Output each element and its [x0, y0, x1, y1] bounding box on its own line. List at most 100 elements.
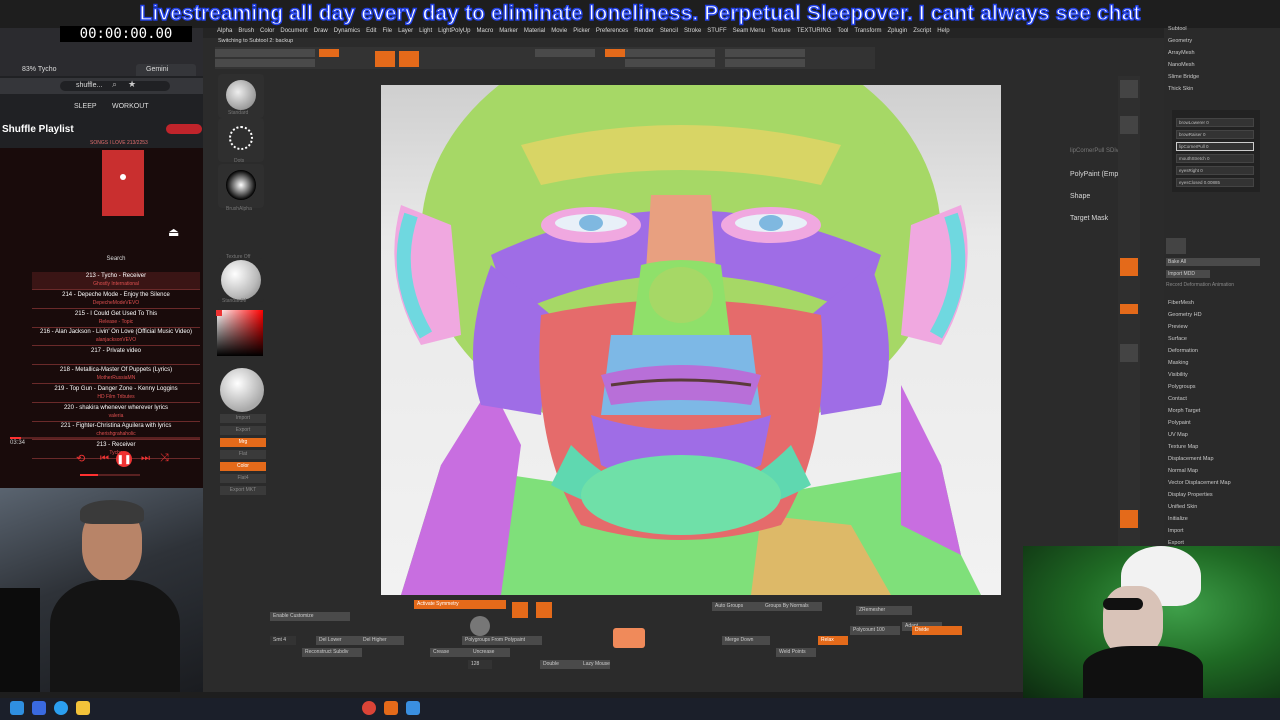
bottom-button-18[interactable]: Divide	[912, 626, 962, 635]
bake-all-button[interactable]: Bake All	[1166, 258, 1260, 266]
bottom-button-1[interactable]: Enable Customize	[270, 612, 350, 621]
browser-tab-gemini[interactable]: Gemini	[146, 66, 168, 73]
explorer-icon[interactable]	[76, 701, 90, 715]
subpalette-list-9[interactable]: Morph Target	[1168, 408, 1200, 414]
head-model[interactable]	[381, 25, 1001, 595]
subpalette-3[interactable]: NanoMesh	[1168, 62, 1195, 68]
material-sphere[interactable]	[218, 258, 264, 302]
bottom-button-10[interactable]: Polygroups From Polypaint	[462, 636, 542, 645]
subpalette-list-8[interactable]: Contact	[1168, 396, 1187, 402]
bottom-button-15[interactable]: Relax	[818, 636, 848, 645]
menu-item-document[interactable]: Document	[280, 28, 307, 34]
menu-item-help[interactable]: Help	[937, 28, 949, 34]
menu-item-lightpolyup[interactable]: LightPolyUp	[438, 28, 470, 34]
playlist-badge[interactable]	[166, 124, 202, 134]
list-item[interactable]: 215 - I Could Get Used To This Release - …	[32, 310, 200, 328]
bottom-button-5[interactable]: Crease	[430, 648, 470, 657]
list-item[interactable]: 217 - Private video	[32, 347, 200, 366]
star-icon[interactable]: ★	[128, 79, 136, 90]
menu-item-seam-menu[interactable]: Seam Menu	[733, 28, 765, 34]
edge-icon[interactable]	[54, 701, 68, 715]
subpalette-list-17[interactable]: Unified Skin	[1168, 504, 1197, 510]
bottom-button-4[interactable]: Reconstruct Subdiv	[302, 648, 362, 657]
subpalette-list-10[interactable]: Polypaint	[1168, 420, 1191, 426]
subpalette-list-2[interactable]: Preview	[1168, 324, 1188, 330]
menu-item-color[interactable]: Color	[260, 28, 274, 34]
import-mdd-button[interactable]: Import MDD	[1166, 270, 1210, 278]
menu-item-marker[interactable]: Marker	[499, 28, 518, 34]
record-deformation-label[interactable]: Record Deformation Animation	[1166, 282, 1266, 288]
zbrush-icon[interactable]	[384, 701, 398, 715]
menu-item-stuff[interactable]: STUFF	[707, 28, 726, 34]
chrome-icon[interactable]	[362, 701, 376, 715]
dots-stroke[interactable]	[218, 118, 264, 162]
subpalette-1[interactable]: Geometry	[1168, 38, 1192, 44]
subpalette-list-11[interactable]: UV Map	[1168, 432, 1188, 438]
menu-item-alpha[interactable]: Alpha	[217, 28, 232, 34]
menu-item-light[interactable]: Light	[419, 28, 432, 34]
lock-icon[interactable]: ⏏	[168, 225, 179, 239]
move-button[interactable]	[375, 51, 395, 67]
bottom-icon-1[interactable]	[512, 602, 528, 618]
subpalette-list-5[interactable]: Masking	[1168, 360, 1188, 366]
menu-item-macro[interactable]: Macro	[477, 28, 494, 34]
bottom-button-8[interactable]: Groups By Normals	[762, 602, 822, 611]
polypaint-thumb[interactable]	[613, 628, 645, 648]
list-item[interactable]: 218 - Metallica-Master Of Puppets (Lyric…	[32, 366, 200, 384]
menu-item-render[interactable]: Render	[634, 28, 654, 34]
search-icon[interactable]	[32, 701, 46, 715]
subpalette-list-15[interactable]: Vector Displacement Map	[1168, 480, 1231, 486]
app-icon[interactable]	[406, 701, 420, 715]
menu-item-tool[interactable]: Tool	[837, 28, 848, 34]
search-icon[interactable]: ⌕	[112, 79, 117, 90]
menu-item-zscript[interactable]: Zscript	[913, 28, 931, 34]
list-item[interactable]: 216 - Alan Jackson - Livin' On Love (Off…	[32, 328, 200, 347]
menu-item-picker[interactable]: Picker	[573, 28, 590, 34]
bottom-button-16[interactable]: Polycount 100	[850, 626, 900, 635]
mrg-button[interactable]: Mrg	[220, 438, 266, 447]
menu-item-stencil[interactable]: Stencil	[660, 28, 678, 34]
subpalette-list-16[interactable]: Display Properties	[1168, 492, 1213, 498]
menu-item-texturing[interactable]: TEXTURING	[797, 28, 832, 34]
subpalette-list-4[interactable]: Deformation	[1168, 348, 1198, 354]
menu-item-dynamics[interactable]: Dynamics	[334, 28, 360, 34]
scale-button[interactable]	[399, 51, 419, 67]
subpalette-list-0[interactable]: FiberMesh	[1168, 300, 1194, 306]
subpalette-list-18[interactable]: Initialize	[1168, 516, 1188, 522]
subpalette-list-1[interactable]: Geometry HD	[1168, 312, 1202, 318]
bottom-button-3[interactable]: Del Higher	[360, 636, 404, 645]
color-button[interactable]: Color	[220, 462, 266, 471]
volume-slider[interactable]	[80, 474, 140, 476]
menu-item-preferences[interactable]: Preferences	[596, 28, 628, 34]
subpalette-list-12[interactable]: Texture Map	[1168, 444, 1198, 450]
export-mkt-button[interactable]: Export MKT	[220, 486, 266, 495]
list-item[interactable]: 219 - Top Gun - Danger Zone - Kenny Logg…	[32, 385, 200, 403]
bottom-button-14[interactable]: Lazy Mouse	[580, 660, 610, 669]
morph-slider[interactable]: eyesRight 0	[1176, 166, 1254, 175]
main-color-swatch[interactable]	[216, 310, 222, 316]
bottom-button-11[interactable]: Merge Down	[722, 636, 770, 645]
subpalette-2[interactable]: ArrayMesh	[1168, 50, 1195, 56]
morph-slider[interactable]: browLowerer 0	[1176, 118, 1254, 127]
search-field[interactable]: Search	[32, 256, 200, 262]
morph-slider[interactable]: mouthStretch 0	[1176, 154, 1254, 163]
morph-slider[interactable]: browRaiser 0	[1176, 130, 1254, 139]
browser-tab[interactable]: 83% Tycho	[22, 66, 57, 73]
repeat-icon[interactable]: ⟲	[76, 452, 85, 465]
list-item[interactable]: 213 - Tycho - Receiver Ghostly Internatio…	[32, 272, 200, 290]
subpalette-list-6[interactable]: Visibility	[1168, 372, 1188, 378]
bottom-button-0[interactable]: Activate Symmetry	[414, 600, 506, 609]
menu-item-draw[interactable]: Draw	[314, 28, 328, 34]
menu-item-movie[interactable]: Movie	[551, 28, 567, 34]
bottom-icon-2[interactable]	[536, 602, 552, 618]
shuffle-icon[interactable]: ⤨	[160, 452, 169, 465]
morph-slider[interactable]: lipCornerPull 0	[1176, 142, 1254, 151]
menu-item-stroke[interactable]: Stroke	[684, 28, 701, 34]
flat4-button[interactable]: Flat4	[220, 474, 266, 483]
pause-button[interactable]: ❚❚	[116, 451, 132, 467]
menu-item-layer[interactable]: Layer	[398, 28, 413, 34]
export-button[interactable]: Export	[220, 426, 266, 435]
bottom-button-7[interactable]: Auto Groups	[712, 602, 764, 611]
menu-item-transform[interactable]: Transform	[854, 28, 881, 34]
flat-button[interactable]: Flat	[220, 450, 266, 459]
